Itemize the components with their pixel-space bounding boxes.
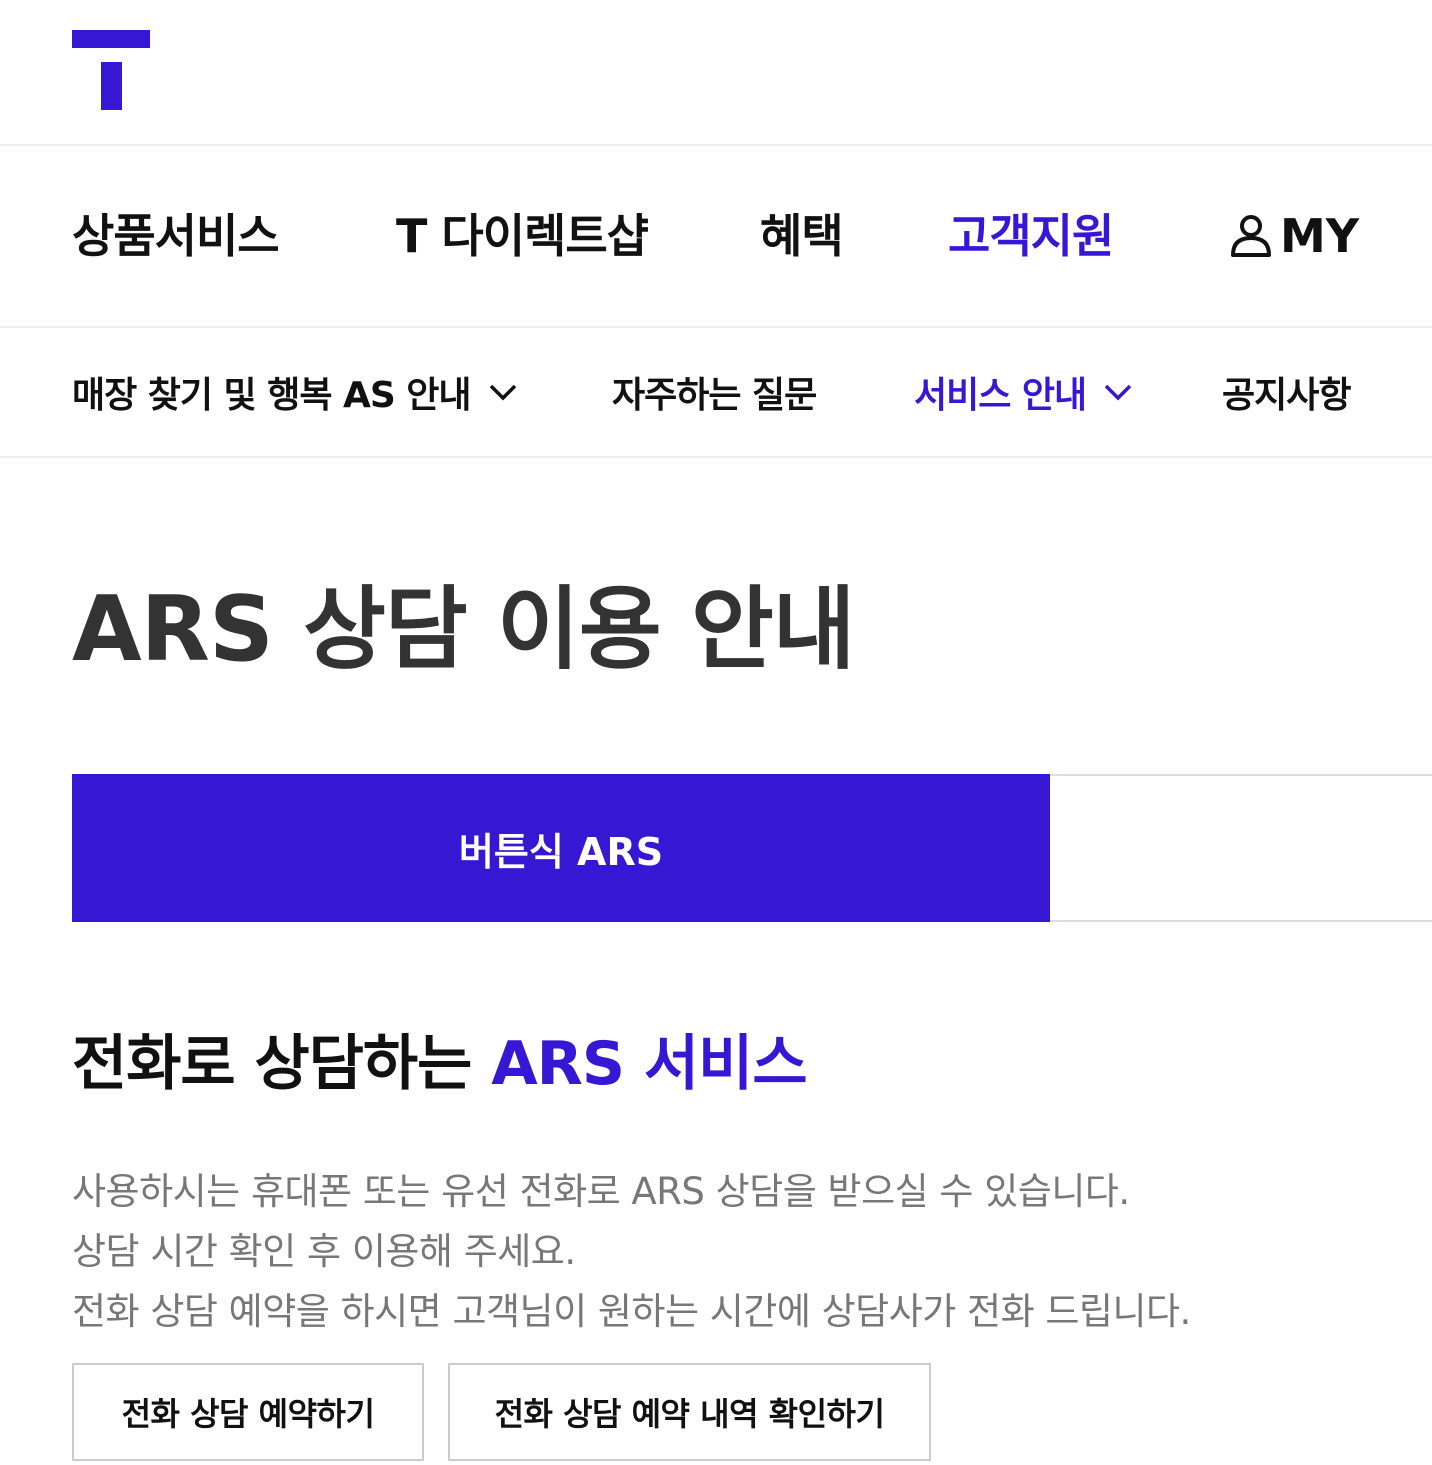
- tab-bar-filler: [1050, 774, 1432, 922]
- lnb-item-faq[interactable]: 자주하는 질문: [612, 366, 817, 418]
- t-logo-icon[interactable]: [72, 30, 150, 110]
- description-line: 사용하시는 휴대폰 또는 유선 전화로 ARS 상담을 받으실 수 있습니다.: [72, 1170, 1130, 1213]
- lnb-item-service-guide[interactable]: 서비스 안내: [914, 366, 1132, 418]
- chevron-down-icon: [489, 383, 517, 401]
- lnb-item-label: 공지사항: [1222, 375, 1351, 416]
- lnb-item-label: 서비스 안내: [914, 375, 1087, 416]
- lnb-item-label: 자주하는 질문: [612, 375, 817, 416]
- gnb-item-customer-support[interactable]: 고객지원: [948, 206, 1114, 266]
- gnb-item-products[interactable]: 상품서비스: [72, 206, 280, 266]
- description-line: 전화 상담 예약을 하시면 고객님이 원하는 시간에 상담사가 전화 드립니다.: [72, 1290, 1191, 1333]
- page-title: ARS 상담 이용 안내: [72, 577, 856, 682]
- tab-button-ars[interactable]: 버튼식 ARS: [72, 774, 1050, 922]
- description-line: 상담 시간 확인 후 이용해 주세요.: [72, 1230, 576, 1273]
- section-title: 전화로 상담하는 ARS 서비스: [72, 1028, 808, 1100]
- lnb-item-label: 매장 찾기 및 행복 AS 안내: [72, 375, 472, 416]
- check-reservation-button[interactable]: 전화 상담 예약 내역 확인하기: [448, 1363, 931, 1461]
- lnb-item-notice[interactable]: 공지사항: [1222, 366, 1351, 418]
- t-logo-shape: [72, 30, 150, 110]
- lnb-item-store-as[interactable]: 매장 찾기 및 행복 AS 안내: [72, 366, 517, 418]
- tab-bar: 버튼식 ARS: [72, 774, 1432, 922]
- user-icon: [1228, 213, 1274, 259]
- gnb-item-benefits[interactable]: 혜택: [760, 206, 844, 266]
- section-title-prefix: 전화로 상담하는: [72, 1029, 492, 1099]
- site-header: [0, 0, 1432, 146]
- my-label: MY: [1280, 209, 1360, 263]
- gnb-item-direct-shop[interactable]: T 다이렉트샵: [396, 206, 649, 266]
- reserve-call-button[interactable]: 전화 상담 예약하기: [72, 1363, 424, 1461]
- my-menu-button[interactable]: MY: [1228, 206, 1359, 266]
- global-nav: 상품서비스 T 다이렉트샵 혜택 고객지원 MY: [0, 146, 1432, 328]
- chevron-down-icon: [1104, 383, 1132, 401]
- local-nav: 매장 찾기 및 행복 AS 안내 자주하는 질문 서비스 안내 공지사항: [0, 328, 1432, 458]
- section-description: 사용하시는 휴대폰 또는 유선 전화로 ARS 상담을 받으실 수 있습니다. …: [72, 1162, 1412, 1342]
- section-title-highlight: ARS 서비스: [491, 1029, 807, 1099]
